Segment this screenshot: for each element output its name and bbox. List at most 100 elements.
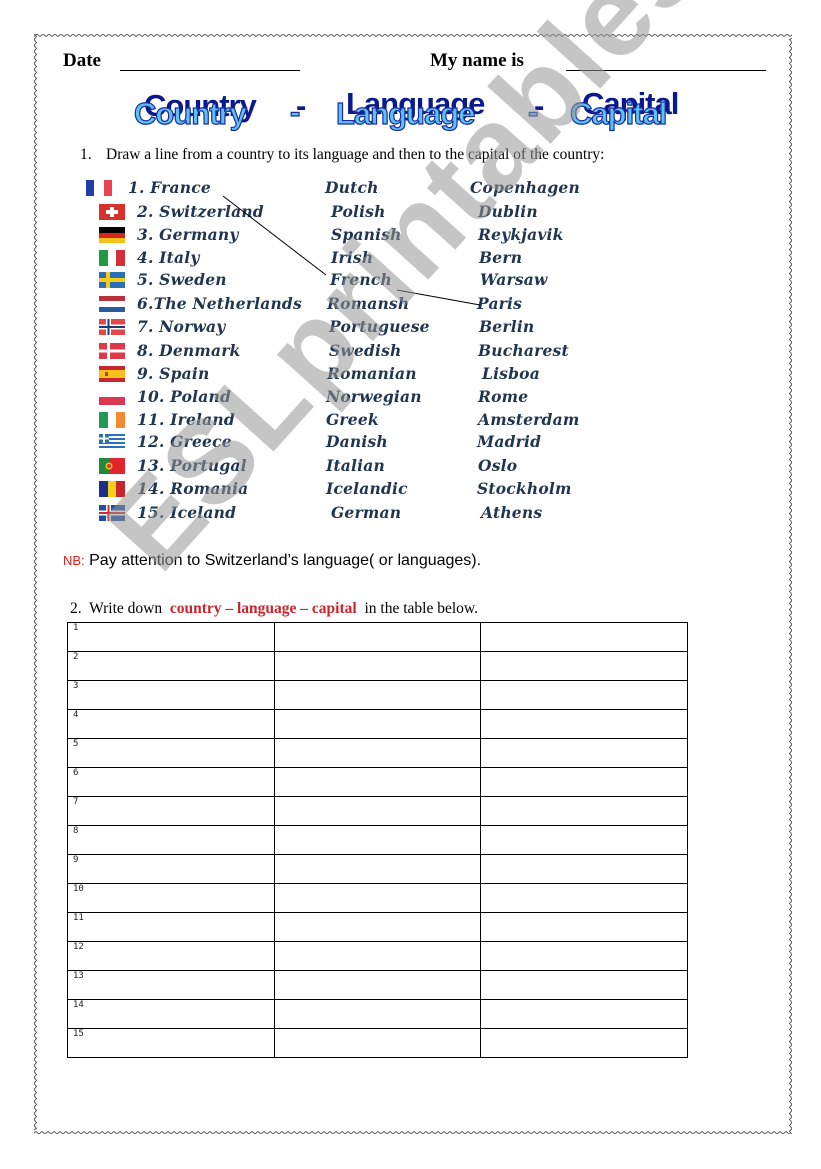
- country-cell[interactable]: 9: [67, 854, 275, 884]
- country-item[interactable]: 15. Iceland: [137, 503, 236, 522]
- country-cell[interactable]: 11: [67, 912, 275, 942]
- capital-item[interactable]: Warsaw: [480, 270, 548, 289]
- country-cell[interactable]: 7: [67, 796, 275, 826]
- country-item[interactable]: 4. Italy: [137, 248, 200, 267]
- country-item[interactable]: 11. Ireland: [137, 410, 235, 429]
- capital-item[interactable]: Oslo: [478, 456, 517, 475]
- language-item[interactable]: Italian: [326, 456, 385, 475]
- language-item[interactable]: Dutch: [325, 178, 379, 197]
- country-cell[interactable]: 6: [67, 767, 275, 797]
- language-item[interactable]: German: [331, 503, 401, 522]
- capital-item[interactable]: Copenhagen: [470, 178, 580, 197]
- capital-cell[interactable]: [480, 941, 688, 971]
- capital-item[interactable]: Bern: [479, 248, 522, 267]
- language-cell[interactable]: [273, 941, 482, 971]
- language-item[interactable]: Danish: [326, 432, 388, 451]
- capital-item[interactable]: Athens: [481, 503, 542, 522]
- country-item[interactable]: 3. Germany: [137, 225, 239, 244]
- capital-item[interactable]: Stockholm: [477, 479, 572, 498]
- country-cell[interactable]: 5: [67, 738, 275, 768]
- row-number: 6: [73, 768, 79, 778]
- country-item[interactable]: 9. Spain: [137, 364, 209, 383]
- country-item[interactable]: 10. Poland: [137, 387, 231, 406]
- language-item[interactable]: Greek: [326, 410, 379, 429]
- language-cell[interactable]: [273, 622, 482, 652]
- language-cell[interactable]: [273, 912, 482, 942]
- country-item[interactable]: 2. Switzerland: [137, 202, 264, 221]
- country-item[interactable]: 14. Romania: [137, 479, 248, 498]
- country-cell[interactable]: 4: [67, 709, 275, 739]
- capital-cell[interactable]: [480, 796, 688, 826]
- language-cell[interactable]: [273, 970, 482, 1000]
- capital-cell[interactable]: [480, 912, 688, 942]
- country-cell[interactable]: 1: [67, 622, 275, 652]
- country-cell[interactable]: 14: [67, 999, 275, 1029]
- country-item[interactable]: 6.The Netherlands: [137, 294, 302, 313]
- capital-item[interactable]: Berlin: [479, 317, 534, 336]
- language-item[interactable]: Portuguese: [329, 317, 430, 336]
- capital-cell[interactable]: [480, 680, 688, 710]
- capital-cell[interactable]: [480, 651, 688, 681]
- language-item[interactable]: Swedish: [329, 341, 402, 360]
- language-item[interactable]: French: [330, 270, 392, 289]
- language-item[interactable]: Spanish: [331, 225, 402, 244]
- answer-row: 9: [67, 854, 688, 884]
- country-item[interactable]: 5. Sweden: [137, 270, 227, 289]
- capital-item[interactable]: Madrid: [477, 432, 541, 451]
- capital-cell[interactable]: [480, 854, 688, 884]
- country-item[interactable]: 12. Greece: [137, 432, 232, 451]
- denmark-flag-icon: [99, 343, 125, 359]
- language-item[interactable]: Icelandic: [326, 479, 408, 498]
- country-cell[interactable]: 12: [67, 941, 275, 971]
- capital-cell[interactable]: [480, 622, 688, 652]
- language-cell[interactable]: [273, 709, 482, 739]
- capital-cell[interactable]: [480, 767, 688, 797]
- country-cell[interactable]: 10: [67, 883, 275, 913]
- capital-cell[interactable]: [480, 1028, 688, 1058]
- country-cell[interactable]: 13: [67, 970, 275, 1000]
- language-cell[interactable]: [273, 999, 482, 1029]
- capital-cell[interactable]: [480, 883, 688, 913]
- capital-item[interactable]: Lisboa: [482, 364, 540, 383]
- language-cell[interactable]: [273, 854, 482, 884]
- capital-item[interactable]: Amsterdam: [478, 410, 579, 429]
- row-number: 9: [73, 855, 79, 865]
- country-cell[interactable]: 15: [67, 1028, 275, 1058]
- language-item[interactable]: Romansh: [327, 294, 409, 313]
- country-item[interactable]: 13. Portugal: [137, 456, 247, 475]
- language-item[interactable]: Romanian: [327, 364, 417, 383]
- language-cell[interactable]: [273, 651, 482, 681]
- language-cell[interactable]: [273, 680, 482, 710]
- title-word-language: Language: [335, 95, 476, 131]
- date-blank-line[interactable]: [120, 70, 300, 71]
- language-cell[interactable]: [273, 883, 482, 913]
- capital-cell[interactable]: [480, 709, 688, 739]
- country-cell[interactable]: 3: [67, 680, 275, 710]
- language-cell[interactable]: [273, 767, 482, 797]
- language-cell[interactable]: [273, 796, 482, 826]
- country-item[interactable]: 7. Norway: [137, 317, 225, 336]
- language-cell[interactable]: [273, 1028, 482, 1058]
- capital-item[interactable]: Bucharest: [478, 341, 569, 360]
- language-item[interactable]: Irish: [331, 248, 373, 267]
- country-item[interactable]: 1. France: [128, 178, 211, 197]
- spain-flag-icon: [99, 366, 125, 382]
- capital-item[interactable]: Reykjavik: [478, 225, 564, 244]
- capital-cell[interactable]: [480, 970, 688, 1000]
- capital-item[interactable]: Rome: [478, 387, 528, 406]
- capital-item[interactable]: Paris: [477, 294, 522, 313]
- capital-item[interactable]: Dublin: [478, 202, 538, 221]
- row-number: 13: [73, 971, 84, 981]
- capital-cell[interactable]: [480, 825, 688, 855]
- capital-cell[interactable]: [480, 738, 688, 768]
- name-blank-line[interactable]: [566, 70, 766, 71]
- country-cell[interactable]: 8: [67, 825, 275, 855]
- country-item[interactable]: 8. Denmark: [137, 341, 241, 360]
- language-item[interactable]: Polish: [331, 202, 386, 221]
- language-cell[interactable]: [273, 825, 482, 855]
- capital-cell[interactable]: [480, 999, 688, 1029]
- date-label: Date: [63, 50, 101, 71]
- language-cell[interactable]: [273, 738, 482, 768]
- country-cell[interactable]: 2: [67, 651, 275, 681]
- language-item[interactable]: Norwegian: [326, 387, 422, 406]
